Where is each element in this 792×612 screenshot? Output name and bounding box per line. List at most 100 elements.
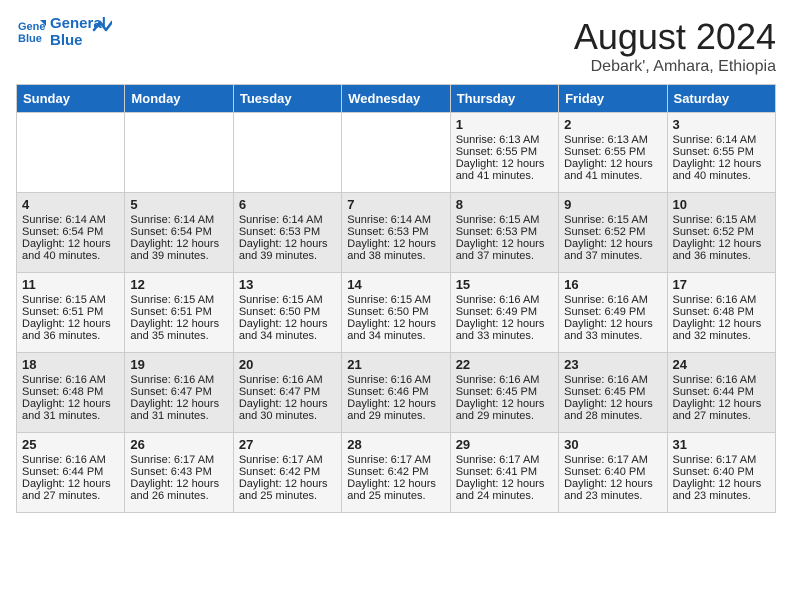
day-info: Sunrise: 6:16 AM xyxy=(673,374,770,386)
day-info: Daylight: 12 hours and 37 minutes. xyxy=(456,238,553,262)
day-info: Sunrise: 6:14 AM xyxy=(130,214,227,226)
day-info: Sunset: 6:41 PM xyxy=(456,466,553,478)
day-info: Sunrise: 6:15 AM xyxy=(22,294,119,306)
day-number: 9 xyxy=(564,197,661,212)
calendar-cell: 1Sunrise: 6:13 AMSunset: 6:55 PMDaylight… xyxy=(450,113,558,193)
day-info: Sunset: 6:42 PM xyxy=(239,466,336,478)
calendar-cell: 28Sunrise: 6:17 AMSunset: 6:42 PMDayligh… xyxy=(342,433,450,513)
calendar-cell: 21Sunrise: 6:16 AMSunset: 6:46 PMDayligh… xyxy=(342,353,450,433)
calendar-cell: 2Sunrise: 6:13 AMSunset: 6:55 PMDaylight… xyxy=(559,113,667,193)
day-info: Daylight: 12 hours and 31 minutes. xyxy=(130,398,227,422)
calendar-cell: 17Sunrise: 6:16 AMSunset: 6:48 PMDayligh… xyxy=(667,273,775,353)
day-info: Sunset: 6:42 PM xyxy=(347,466,444,478)
day-number: 29 xyxy=(456,437,553,452)
day-number: 14 xyxy=(347,277,444,292)
day-info: Sunset: 6:44 PM xyxy=(22,466,119,478)
calendar-cell: 25Sunrise: 6:16 AMSunset: 6:44 PMDayligh… xyxy=(17,433,125,513)
page-header: General Blue General Blue August 2024 De… xyxy=(16,16,776,76)
day-info: Sunrise: 6:13 AM xyxy=(456,134,553,146)
day-info: Sunrise: 6:15 AM xyxy=(456,214,553,226)
calendar-cell: 13Sunrise: 6:15 AMSunset: 6:50 PMDayligh… xyxy=(233,273,341,353)
day-info: Daylight: 12 hours and 27 minutes. xyxy=(673,398,770,422)
day-number: 30 xyxy=(564,437,661,452)
day-info: Daylight: 12 hours and 24 minutes. xyxy=(456,478,553,502)
day-info: Daylight: 12 hours and 27 minutes. xyxy=(22,478,119,502)
calendar-cell xyxy=(233,113,341,193)
calendar-cell: 16Sunrise: 6:16 AMSunset: 6:49 PMDayligh… xyxy=(559,273,667,353)
day-number: 12 xyxy=(130,277,227,292)
calendar-cell: 10Sunrise: 6:15 AMSunset: 6:52 PMDayligh… xyxy=(667,193,775,273)
calendar-cell: 7Sunrise: 6:14 AMSunset: 6:53 PMDaylight… xyxy=(342,193,450,273)
day-info: Daylight: 12 hours and 40 minutes. xyxy=(673,158,770,182)
calendar-cell xyxy=(342,113,450,193)
calendar-cell: 20Sunrise: 6:16 AMSunset: 6:47 PMDayligh… xyxy=(233,353,341,433)
day-info: Daylight: 12 hours and 36 minutes. xyxy=(22,318,119,342)
day-info: Daylight: 12 hours and 29 minutes. xyxy=(456,398,553,422)
day-info: Sunset: 6:45 PM xyxy=(456,386,553,398)
day-info: Sunrise: 6:16 AM xyxy=(22,454,119,466)
day-number: 28 xyxy=(347,437,444,452)
day-number: 15 xyxy=(456,277,553,292)
weekday-header-friday: Friday xyxy=(559,85,667,113)
day-info: Daylight: 12 hours and 25 minutes. xyxy=(347,478,444,502)
month-title: August 2024 xyxy=(574,16,776,58)
day-number: 17 xyxy=(673,277,770,292)
day-info: Sunset: 6:46 PM xyxy=(347,386,444,398)
day-info: Daylight: 12 hours and 41 minutes. xyxy=(456,158,553,182)
day-number: 13 xyxy=(239,277,336,292)
day-number: 26 xyxy=(130,437,227,452)
day-info: Sunset: 6:53 PM xyxy=(456,226,553,238)
calendar-cell: 12Sunrise: 6:15 AMSunset: 6:51 PMDayligh… xyxy=(125,273,233,353)
day-info: Daylight: 12 hours and 26 minutes. xyxy=(130,478,227,502)
day-info: Sunset: 6:50 PM xyxy=(347,306,444,318)
day-info: Sunset: 6:53 PM xyxy=(347,226,444,238)
day-info: Sunrise: 6:16 AM xyxy=(130,374,227,386)
day-info: Sunrise: 6:16 AM xyxy=(673,294,770,306)
day-info: Sunset: 6:50 PM xyxy=(239,306,336,318)
day-info: Sunrise: 6:15 AM xyxy=(347,294,444,306)
day-number: 8 xyxy=(456,197,553,212)
calendar-cell: 18Sunrise: 6:16 AMSunset: 6:48 PMDayligh… xyxy=(17,353,125,433)
day-number: 19 xyxy=(130,357,227,372)
day-info: Daylight: 12 hours and 30 minutes. xyxy=(239,398,336,422)
calendar-cell: 29Sunrise: 6:17 AMSunset: 6:41 PMDayligh… xyxy=(450,433,558,513)
calendar-cell xyxy=(17,113,125,193)
day-info: Sunrise: 6:16 AM xyxy=(347,374,444,386)
calendar-cell: 6Sunrise: 6:14 AMSunset: 6:53 PMDaylight… xyxy=(233,193,341,273)
day-info: Sunrise: 6:16 AM xyxy=(456,374,553,386)
day-info: Daylight: 12 hours and 38 minutes. xyxy=(347,238,444,262)
day-number: 31 xyxy=(673,437,770,452)
calendar-cell: 19Sunrise: 6:16 AMSunset: 6:47 PMDayligh… xyxy=(125,353,233,433)
day-info: Sunrise: 6:17 AM xyxy=(564,454,661,466)
logo-icon: General Blue xyxy=(18,16,46,44)
day-info: Daylight: 12 hours and 23 minutes. xyxy=(673,478,770,502)
day-number: 4 xyxy=(22,197,119,212)
day-info: Sunrise: 6:15 AM xyxy=(130,294,227,306)
day-number: 27 xyxy=(239,437,336,452)
calendar-cell: 4Sunrise: 6:14 AMSunset: 6:54 PMDaylight… xyxy=(17,193,125,273)
day-info: Sunset: 6:49 PM xyxy=(456,306,553,318)
day-info: Daylight: 12 hours and 25 minutes. xyxy=(239,478,336,502)
weekday-header-wednesday: Wednesday xyxy=(342,85,450,113)
calendar-table: SundayMondayTuesdayWednesdayThursdayFrid… xyxy=(16,84,776,513)
day-number: 20 xyxy=(239,357,336,372)
day-info: Sunrise: 6:14 AM xyxy=(239,214,336,226)
day-info: Sunrise: 6:14 AM xyxy=(347,214,444,226)
day-info: Sunrise: 6:15 AM xyxy=(673,214,770,226)
calendar-cell: 11Sunrise: 6:15 AMSunset: 6:51 PMDayligh… xyxy=(17,273,125,353)
day-number: 16 xyxy=(564,277,661,292)
day-number: 23 xyxy=(564,357,661,372)
day-info: Sunrise: 6:15 AM xyxy=(239,294,336,306)
day-info: Daylight: 12 hours and 41 minutes. xyxy=(564,158,661,182)
logo-wave-icon xyxy=(76,16,112,36)
day-info: Sunset: 6:52 PM xyxy=(673,226,770,238)
day-info: Daylight: 12 hours and 39 minutes. xyxy=(239,238,336,262)
day-number: 22 xyxy=(456,357,553,372)
calendar-cell: 27Sunrise: 6:17 AMSunset: 6:42 PMDayligh… xyxy=(233,433,341,513)
day-info: Daylight: 12 hours and 29 minutes. xyxy=(347,398,444,422)
day-number: 18 xyxy=(22,357,119,372)
day-number: 3 xyxy=(673,117,770,132)
day-info: Sunset: 6:44 PM xyxy=(673,386,770,398)
calendar-cell: 30Sunrise: 6:17 AMSunset: 6:40 PMDayligh… xyxy=(559,433,667,513)
title-block: August 2024 Debark', Amhara, Ethiopia xyxy=(574,16,776,76)
